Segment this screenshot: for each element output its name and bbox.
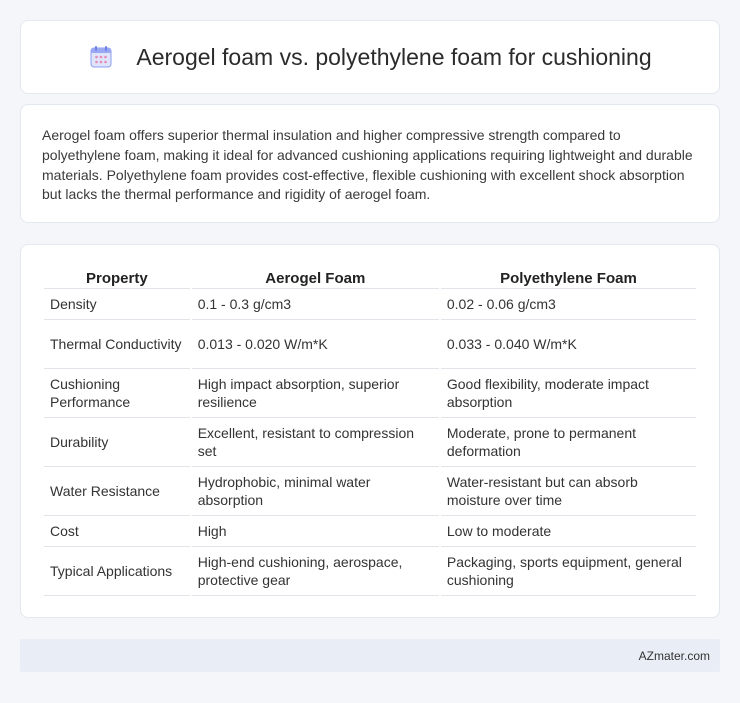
table-row: Typical Applications High-end cushioning… [44, 547, 696, 596]
page-title: Aerogel foam vs. polyethylene foam for c… [136, 43, 652, 70]
aerogel-cell: Hydrophobic, minimal water absorption [191, 467, 439, 516]
comparison-card: Property Aerogel Foam Polyethylene Foam … [20, 244, 720, 618]
property-cell: Water Resistance [44, 467, 190, 516]
polyethylene-cell: Moderate, prone to permanent deformation [440, 418, 696, 467]
aerogel-cell: Excellent, resistant to compression set [191, 418, 439, 467]
summary-card: Aerogel foam offers superior thermal ins… [20, 104, 720, 223]
aerogel-cell: High-end cushioning, aerospace, protecti… [191, 547, 439, 596]
property-cell: Density [44, 289, 190, 320]
footer-brand: AZmater.com [638, 648, 710, 663]
column-header-aerogel: Aerogel Foam [191, 266, 439, 289]
table-row: Cushioning Performance High impact absor… [44, 369, 696, 418]
aerogel-cell: 0.1 - 0.3 g/cm3 [191, 289, 439, 320]
property-cell: Typical Applications [44, 547, 190, 596]
aerogel-cell: High impact absorption, superior resilie… [191, 369, 439, 418]
title-card: Aerogel foam vs. polyethylene foam for c… [20, 20, 720, 94]
property-cell: Thermal Conductivity [44, 320, 190, 369]
polyethylene-cell: 0.033 - 0.040 W/m*K [440, 320, 696, 369]
polyethylene-cell: Water-resistant but can absorb moisture … [440, 467, 696, 516]
polyethylene-cell: Good flexibility, moderate impact absorp… [440, 369, 696, 418]
table-row: Durability Excellent, resistant to compr… [44, 418, 696, 467]
aerogel-cell: 0.013 - 0.020 W/m*K [191, 320, 439, 369]
table-header-row: Property Aerogel Foam Polyethylene Foam [44, 266, 696, 289]
property-cell: Durability [44, 418, 190, 467]
aerogel-cell: High [191, 516, 439, 547]
property-cell: Cushioning Performance [44, 369, 190, 418]
comparison-table: Property Aerogel Foam Polyethylene Foam … [42, 266, 698, 596]
calendar-icon [88, 44, 114, 70]
column-header-property: Property [44, 266, 190, 289]
table-row: Density 0.1 - 0.3 g/cm3 0.02 - 0.06 g/cm… [44, 289, 696, 320]
table-row: Water Resistance Hydrophobic, minimal wa… [44, 467, 696, 516]
polyethylene-cell: Packaging, sports equipment, general cus… [440, 547, 696, 596]
footer: AZmater.com [20, 639, 720, 672]
property-cell: Cost [44, 516, 190, 547]
polyethylene-cell: 0.02 - 0.06 g/cm3 [440, 289, 696, 320]
polyethylene-cell: Low to moderate [440, 516, 696, 547]
column-header-polyethylene: Polyethylene Foam [440, 266, 696, 289]
summary-text: Aerogel foam offers superior thermal ins… [42, 127, 693, 203]
table-row: Cost High Low to moderate [44, 516, 696, 547]
table-row: Thermal Conductivity 0.013 - 0.020 W/m*K… [44, 320, 696, 369]
